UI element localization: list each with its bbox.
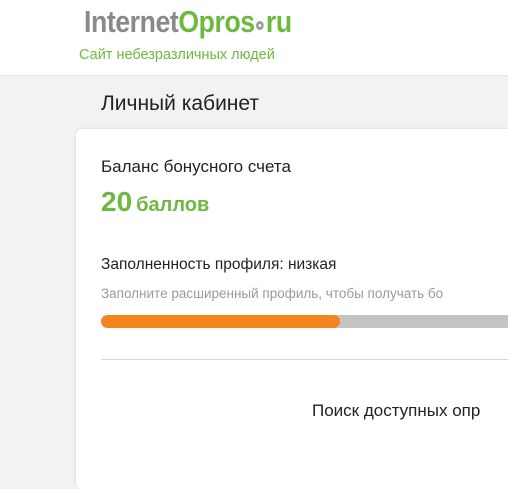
profile-hint-link[interactable]: Заполните расширенный профиль, чтобы пол… — [101, 286, 443, 301]
balance-amount: 20 — [101, 186, 133, 217]
page-title: Личный кабинет — [101, 92, 259, 115]
site-logo[interactable]: Internet Opros ru — [84, 4, 292, 40]
divider — [101, 359, 508, 360]
balance-value: 20 баллов — [101, 186, 209, 218]
account-card: Баланс бонусного счета 20 баллов Заполнен… — [76, 129, 508, 489]
balance-label: Баланс бонусного счета — [101, 157, 291, 176]
survey-search-status: Поиск доступных опр — [312, 401, 481, 420]
logo-text-ru: ru — [265, 4, 292, 39]
profile-completeness-label: Заполненность профиля: низкая — [101, 256, 337, 273]
profile-progress-bar — [101, 315, 508, 328]
logo-text-internet: Internet — [84, 4, 179, 39]
logo-text-opros: Opros — [178, 4, 255, 39]
site-header: Internet Opros ru Сайт небезразличных лю… — [0, 0, 508, 76]
balance-unit: баллов — [136, 194, 210, 216]
profile-progress-fill — [101, 315, 341, 328]
site-tagline: Сайт небезразличных людей — [79, 47, 275, 63]
logo-dot-icon — [256, 21, 265, 30]
